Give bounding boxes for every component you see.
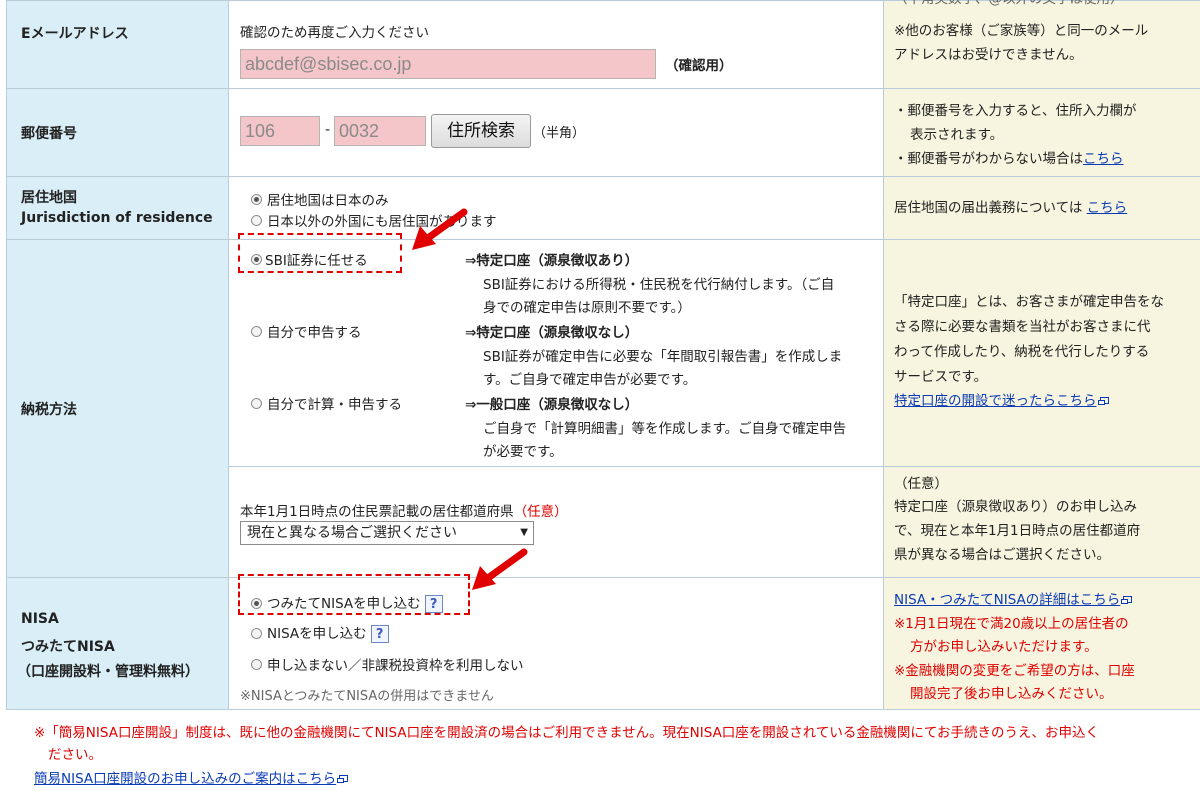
address-search-button[interactable]: 住所検索	[431, 114, 531, 148]
tax-option1-desc1: SBI証券における所得税・住民税を代行納付します。（ご自	[483, 277, 835, 293]
tax-note-link-wrap: 特定口座の開設で迷ったらこちら	[894, 389, 1109, 413]
nisa-option3-label[interactable]: 申し込まない／非課税投資枠を利用しない	[267, 654, 524, 674]
tax-options-cell: SBI証券に任せる ⇒特定口座（源泉徴収あり） SBI証券における所得税・住民税…	[228, 239, 884, 467]
tax-option2-label[interactable]: 自分で申告する	[267, 321, 362, 341]
nisa-option2-label: NISAを申し込む?	[267, 622, 389, 643]
red-arrow-icon	[472, 548, 528, 590]
tax-note-cell: 「特定口座」とは、お客さまが確定申告をな さる際に必要な書類を当社がお客さまに代…	[883, 239, 1200, 467]
prefecture-label: 本年1月1日時点の住民票記載の居住都道府県（任意）	[240, 504, 568, 520]
simple-nisa-guide-link[interactable]: 簡易NISA口座開設のお申し込みのご案内はこちら	[34, 771, 336, 787]
external-window-icon	[1121, 596, 1133, 604]
postal-half-width-note: （半角）	[533, 126, 586, 141]
tax-self-report-radio[interactable]	[251, 326, 262, 337]
nisa-note-red3: ※金融機関の変更をご希望の方は、口座	[894, 663, 1135, 679]
prefecture-optional-label: （任意）	[513, 504, 568, 520]
footer-note-line2: ださい。	[48, 747, 102, 763]
red-arrow-icon	[412, 208, 468, 250]
footer-link-wrap: 簡易NISA口座開設のお申し込みのご案内はこちら	[34, 768, 349, 791]
nisa-note-link-wrap: NISA・つみたてNISAの詳細はこちら	[894, 588, 1133, 612]
specific-account-help-link[interactable]: 特定口座の開設で迷ったらこちら	[894, 393, 1097, 409]
residence-option1-label[interactable]: 居住地国は日本のみ	[267, 189, 389, 209]
residence-label-en: Jurisdiction of residence	[21, 210, 213, 226]
residence-input-cell: 居住地国は日本のみ 日本以外の外国にも居住国があります	[228, 176, 884, 240]
prefecture-note-line1: （任意）	[894, 476, 948, 492]
tax-label: 納税方法	[21, 402, 77, 418]
no-nisa-radio[interactable]	[251, 659, 262, 670]
postal-note-line1: ・郵便番号を入力すると、住所入力欄が	[894, 103, 1137, 119]
account-form-table: Eメールアドレス 確認のため再度ご入力ください abcdef@sbisec.co…	[6, 0, 1200, 710]
nisa-radio[interactable]	[251, 628, 262, 639]
nisa-help-icon[interactable]: ?	[370, 625, 389, 643]
prefecture-note-cell: （任意） 特定口座（源泉徴収あり）のお申し込み で、現在と本年1月1日時点の居住…	[883, 466, 1200, 578]
postal-lookup-link[interactable]: こちら	[1083, 151, 1124, 167]
nisa-label-line1: NISA	[21, 611, 59, 627]
email-label: Eメールアドレス	[21, 26, 129, 42]
tax-option3-desc2: が必要です。	[483, 444, 563, 460]
nisa-caution: ※NISAとつみたてNISAの併用はできません	[240, 689, 494, 704]
footer-note-line1: ※「簡易NISA口座開設」制度は、既に他の金融機関にてNISA口座を開設済の場合…	[34, 725, 1099, 741]
tax-option1-desc2: 身での確定申告は原則不要です。）	[483, 300, 691, 316]
tax-self-calc-radio[interactable]	[251, 398, 262, 409]
email-label-cell: Eメールアドレス	[6, 0, 229, 89]
residence-label-ja: 居住地国	[21, 190, 77, 206]
tax-note-line2: さる際に必要な書類を当社がお客さまに代	[894, 319, 1151, 335]
nisa-label-line2: つみたてNISA	[21, 639, 115, 655]
postal-dash: -	[325, 122, 331, 138]
postal-note-line2: 表示されます。	[910, 127, 1004, 143]
residence-note: 居住地国の届出義務については こちら	[894, 200, 1128, 216]
prefecture-note-line2: 特定口座（源泉徴収あり）のお申し込み	[894, 499, 1137, 515]
tax-note-line3: わって作成したり、納税を代行したりする	[894, 344, 1150, 360]
tax-option3-result: ⇒一般口座（源泉徴収なし）	[465, 397, 639, 413]
email-input-cell: 確認のため再度ご入力ください abcdef@sbisec.co.jp （確認用）	[228, 0, 884, 89]
external-window-icon	[1097, 397, 1109, 405]
residence-label-cell: 居住地国 Jurisdiction of residence	[6, 176, 229, 240]
postal-code-first-input[interactable]: 106	[240, 116, 320, 146]
email-confirm-suffix: （確認用）	[665, 58, 733, 74]
postal-note-cell: ・郵便番号を入力すると、住所入力欄が 表示されます。 ・郵便番号がわからない場合…	[883, 88, 1200, 177]
nisa-label-line3: （口座開設料・管理料無料）	[17, 664, 199, 680]
tax-option2-desc2: す。ご自身で確定申告が必要です。	[483, 372, 697, 388]
email-note-cell: （半角英数字、@以外の文字は使用） ※他のお客様（ご家族等）と同一のメール アド…	[883, 0, 1200, 89]
residence-japan-only-radio[interactable]	[251, 194, 262, 205]
dropdown-arrow-icon: ▼	[520, 527, 528, 538]
email-hint: 確認のため再度ご入力ください	[240, 25, 429, 41]
prefecture-note-line4: 県が異なる場合はご選択ください。	[894, 547, 1110, 563]
nisa-note-red4: 開設完了後お申し込みください。	[910, 686, 1113, 702]
postal-code-second-input[interactable]: 0032	[334, 116, 426, 146]
nisa-label-cell: NISA つみたてNISA （口座開設料・管理料無料）	[6, 577, 229, 710]
nisa-note-red2: 方がお申し込みいただけます。	[910, 639, 1098, 655]
email-note-line1: ※他のお客様（ご家族等）と同一のメール	[894, 23, 1149, 39]
prefecture-note-line3: で、現在と本年1月1日時点の居住都道府	[894, 523, 1141, 539]
tax-label-cell: 納税方法	[6, 239, 229, 578]
residence-note-cell: 居住地国の届出義務については こちら	[883, 176, 1200, 240]
highlight-box-tax-option	[238, 233, 402, 273]
postal-note-line3: ・郵便番号がわからない場合はこちら	[894, 151, 1124, 167]
postal-label-cell: 郵便番号	[6, 88, 229, 177]
external-window-icon	[337, 775, 349, 783]
nisa-details-link[interactable]: NISA・つみたてNISAの詳細はこちら	[894, 592, 1120, 608]
tax-note-line1: 「特定口座」とは、お客さまが確定申告をな	[894, 294, 1164, 310]
tax-option2-desc1: SBI証券が確定申告に必要な「年間取引報告書」を作成しま	[483, 349, 843, 365]
tax-option1-result: ⇒特定口座（源泉徴収あり）	[465, 253, 639, 269]
residence-duty-link[interactable]: こちら	[1087, 200, 1128, 216]
prefecture-select[interactable]: 現在と異なる場合ご選択ください ▼	[240, 521, 534, 545]
nisa-note-red1: ※1月1日現在で満20歳以上の居住者の	[894, 616, 1129, 632]
highlight-box-nisa-option	[238, 574, 470, 615]
email-note-line2: アドレスはお受けできません。	[894, 47, 1083, 63]
tax-option2-result: ⇒特定口座（源泉徴収なし）	[465, 325, 639, 341]
postal-label: 郵便番号	[21, 126, 77, 142]
postal-input-cell: 106 - 0032 住所検索 （半角）	[228, 88, 884, 177]
tax-option3-desc1: ご自身で「計算明細書」等を作成します。ご自身で確定申告	[483, 421, 847, 437]
prefecture-cell: 本年1月1日時点の住民票記載の居住都道府県（任意） 現在と異なる場合ご選択くださ…	[228, 466, 884, 578]
nisa-note-cell: NISA・つみたてNISAの詳細はこちら ※1月1日現在で満20歳以上の居住者の…	[883, 577, 1200, 710]
residence-foreign-radio[interactable]	[251, 215, 262, 226]
email-note-top: （半角英数字、@以外の文字は使用）	[894, 0, 1124, 11]
email-confirm-input[interactable]: abcdef@sbisec.co.jp	[240, 49, 656, 79]
tax-option3-label[interactable]: 自分で計算・申告する	[267, 393, 402, 413]
tax-note-line4: サービスです。	[894, 369, 988, 385]
